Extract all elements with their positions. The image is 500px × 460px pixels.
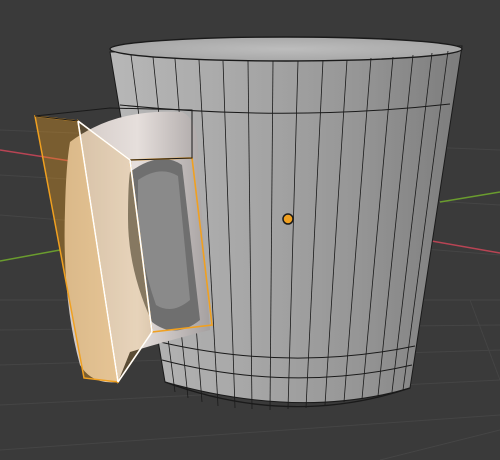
mug-rim	[109, 36, 463, 62]
y-axis-line	[0, 249, 61, 262]
3d-viewport[interactable]	[0, 0, 500, 460]
object-origin[interactable]	[282, 213, 294, 225]
y-axis-line-right	[439, 191, 500, 203]
